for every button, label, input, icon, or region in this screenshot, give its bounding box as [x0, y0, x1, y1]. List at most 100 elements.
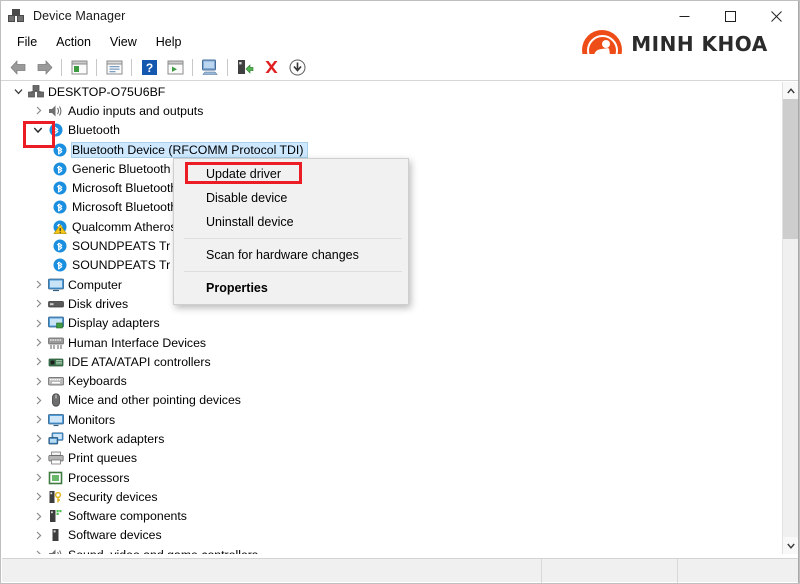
chevron-right-icon[interactable] — [30, 434, 46, 443]
chevron-right-icon[interactable] — [30, 299, 46, 308]
uninstall-device-icon[interactable] — [258, 55, 284, 79]
tree-item-label: Microsoft Bluetooth — [72, 200, 178, 215]
properties-icon[interactable] — [101, 55, 127, 79]
menu-help[interactable]: Help — [147, 33, 192, 52]
chevron-right-icon[interactable] — [30, 415, 46, 424]
scroll-down-arrow[interactable] — [783, 537, 799, 554]
scrollbar-thumb[interactable] — [783, 99, 799, 239]
chevron-down-icon[interactable] — [10, 87, 26, 96]
chevron-right-icon[interactable] — [30, 531, 46, 540]
tree-item-ide-ata-atapi-controllers[interactable]: IDE ATA/ATAPI controllers — [2, 352, 783, 371]
context-menu-uninstall-device[interactable]: Uninstall device — [174, 210, 408, 234]
context-menu-disable-device[interactable]: Disable device — [174, 186, 408, 210]
keyboard-icon — [46, 374, 65, 388]
chevron-right-icon[interactable] — [30, 106, 46, 115]
forward-icon[interactable] — [31, 55, 57, 79]
chevron-right-icon[interactable] — [30, 512, 46, 521]
show-hide-console-tree-icon[interactable] — [66, 55, 92, 79]
chevron-right-icon[interactable] — [30, 377, 46, 386]
tree-item-processors[interactable]: Processors — [2, 468, 783, 487]
mouse-icon — [46, 393, 65, 407]
menu-file[interactable]: File — [8, 33, 47, 52]
back-icon[interactable] — [5, 55, 31, 79]
context-menu-scan-for-hardware-changes[interactable]: Scan for hardware changes — [174, 243, 408, 267]
update-driver-icon[interactable] — [232, 55, 258, 79]
bluetooth-expand-chevron[interactable] — [30, 125, 46, 135]
bluetooth-device-icon — [50, 200, 69, 214]
tree-item-bluetooth[interactable]: Bluetooth — [2, 121, 783, 140]
tree-item-label: Computer — [68, 277, 122, 292]
hid-icon — [46, 336, 65, 350]
software-component-icon — [46, 509, 65, 523]
context-menu-separator — [184, 271, 402, 272]
toolbar-separator — [131, 58, 132, 76]
bluetooth-icon — [46, 123, 65, 137]
close-button[interactable] — [753, 1, 799, 31]
disable-device-icon[interactable] — [284, 55, 310, 79]
scroll-up-arrow[interactable] — [783, 82, 799, 99]
tree-item-label: Software devices — [68, 528, 162, 543]
help-icon[interactable]: ? — [136, 55, 162, 79]
tree-item-print-queues[interactable]: Print queues — [2, 449, 783, 468]
tree-item-label: Network adapters — [68, 431, 165, 446]
processor-icon — [46, 471, 65, 485]
tree-item-audio-inputs-and-outputs[interactable]: Audio inputs and outputs — [2, 101, 783, 120]
chevron-right-icon[interactable] — [30, 357, 46, 366]
show-hide-action-pane-icon[interactable] — [162, 55, 188, 79]
tree-item-label: Keyboards — [68, 374, 127, 389]
tree-item-root[interactable]: DESKTOP-O75U6BF — [2, 82, 783, 101]
device-manager-window: Device Manager File Action View Help MIN… — [0, 0, 800, 584]
tree-item-display-adapters[interactable]: Display adapters — [2, 314, 783, 333]
minimize-button[interactable] — [661, 1, 707, 31]
tree-item-security-devices[interactable]: Security devices — [2, 487, 783, 506]
window-title: Device Manager — [33, 9, 126, 23]
tree-item-keyboards[interactable]: Keyboards — [2, 371, 783, 390]
bluetooth-device-icon — [50, 258, 69, 272]
tree-item-label: Bluetooth — [68, 123, 120, 138]
tree-item-network-adapters[interactable]: Network adapters — [2, 429, 783, 448]
software-device-icon — [46, 528, 65, 542]
vertical-scrollbar[interactable] — [782, 82, 799, 554]
device-manager-icon — [8, 8, 25, 24]
device-tree[interactable]: DESKTOP-O75U6BF Audio inputs and outputs… — [2, 82, 783, 554]
tree-item-human-interface-devices[interactable]: Human Interface Devices — [2, 333, 783, 352]
tree-item-sound-video-game-controllers[interactable]: Sound, video and game controllers — [2, 545, 783, 554]
chevron-right-icon[interactable] — [30, 319, 46, 328]
display-adapter-icon — [46, 316, 65, 330]
chevron-right-icon[interactable] — [30, 492, 46, 501]
menu-view[interactable]: View — [101, 33, 147, 52]
toolbar-separator — [192, 58, 193, 76]
tree-item-label: Security devices — [68, 489, 158, 504]
chevron-right-icon[interactable] — [30, 280, 46, 289]
chevron-right-icon[interactable] — [30, 454, 46, 463]
tree-item-mice-and-other-pointing-devices[interactable]: Mice and other pointing devices — [2, 391, 783, 410]
chevron-right-icon[interactable] — [30, 550, 46, 554]
title-bar: Device Manager — [1, 1, 799, 31]
tree-item-label: Software components — [68, 509, 187, 524]
computer-root-icon — [26, 84, 45, 99]
status-pane-main — [2, 559, 542, 583]
tree-item-label: IDE ATA/ATAPI controllers — [68, 354, 211, 369]
maximize-button[interactable] — [707, 1, 753, 31]
toolbar-separator — [227, 58, 228, 76]
tree-item-label: Mice and other pointing devices — [68, 393, 241, 408]
status-bar — [2, 558, 798, 583]
device-context-menu[interactable]: Update driver Disable device Uninstall d… — [173, 158, 409, 305]
chevron-right-icon[interactable] — [30, 396, 46, 405]
tree-item-software-devices[interactable]: Software devices — [2, 526, 783, 545]
tree-item-software-components[interactable]: Software components — [2, 507, 783, 526]
toolbar: ? — [1, 54, 799, 81]
monitor-icon — [46, 413, 65, 427]
bluetooth-device-icon — [50, 162, 69, 176]
context-menu-update-driver[interactable]: Update driver — [174, 162, 408, 186]
menu-action[interactable]: Action — [47, 33, 101, 52]
chevron-right-icon[interactable] — [30, 338, 46, 347]
tree-item-label: Generic Bluetooth — [72, 161, 171, 176]
tree-item-bluetooth-device-rfcomm[interactable]: Bluetooth Device (RFCOMM Protocol TDI) — [2, 140, 783, 159]
context-menu-properties[interactable]: Properties — [174, 276, 408, 300]
chevron-right-icon[interactable] — [30, 473, 46, 482]
scan-hardware-changes-icon[interactable] — [197, 55, 223, 79]
tree-item-monitors[interactable]: Monitors — [2, 410, 783, 429]
tree-item-label: Print queues — [68, 451, 138, 466]
speaker-icon — [46, 104, 65, 118]
